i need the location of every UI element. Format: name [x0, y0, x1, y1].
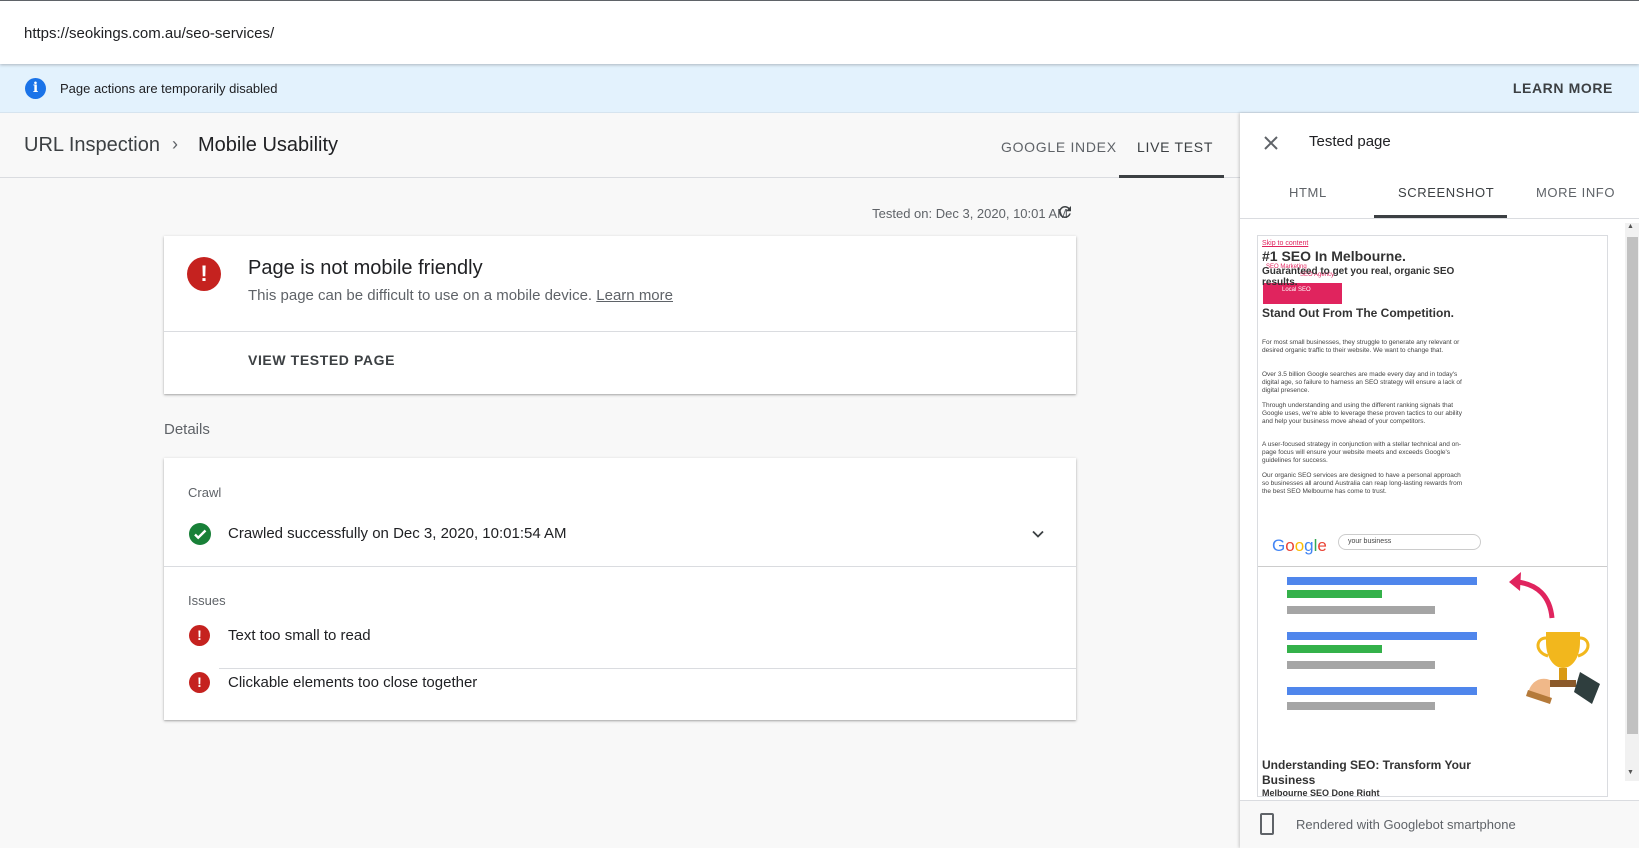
divider — [219, 668, 1076, 669]
screenshot-paragraph: Through understanding and using the diff… — [1262, 402, 1462, 425]
screenshot-paragraph: A user-focused strategy in conjunction w… — [1262, 441, 1462, 464]
screenshot-heading: #1 SEO In Melbourne. — [1262, 248, 1406, 264]
tab-screenshot[interactable]: SCREENSHOT — [1398, 185, 1494, 200]
view-tested-page-button[interactable]: VIEW TESTED PAGE — [248, 352, 395, 368]
divider — [1240, 218, 1639, 219]
result-bar — [1287, 590, 1382, 598]
result-bar — [1287, 645, 1382, 653]
screenshot-search-box: your business — [1338, 534, 1481, 550]
screenshot-paragraph: For most small businesses, they struggle… — [1262, 339, 1460, 354]
status-description: This page can be difficult to use on a m… — [248, 287, 593, 304]
issue-item[interactable]: Clickable elements too close together — [228, 674, 477, 691]
result-bar — [1287, 687, 1477, 695]
result-bar — [1287, 577, 1477, 585]
tab-google-index[interactable]: GOOGLE INDEX — [1001, 139, 1117, 155]
screenshot-h3: Understanding SEO: Transform Your Busine… — [1262, 758, 1471, 787]
smartphone-icon — [1260, 813, 1274, 835]
active-tab-indicator — [1119, 175, 1224, 178]
divider — [164, 566, 1076, 567]
main-content: URL Inspection › Mobile Usability GOOGLE… — [0, 113, 1240, 848]
page-screenshot: Skip to content #1 SEO In Melbourne. SEO… — [1257, 235, 1608, 797]
scroll-down-arrow-icon[interactable]: ▼ — [1627, 769, 1634, 776]
panel-title: Tested page — [1309, 133, 1391, 150]
screenshot-subheading: Guaranteed to get you real, organic SEO … — [1262, 266, 1455, 288]
info-banner: i Page actions are temporarily disabled … — [0, 64, 1639, 113]
result-bar — [1287, 632, 1477, 640]
refresh-icon[interactable] — [1056, 203, 1074, 221]
screenshot-paragraph: Our organic SEO services are designed to… — [1262, 472, 1463, 495]
divider — [164, 331, 1076, 332]
trophy-icon — [1526, 632, 1600, 704]
tab-live-test[interactable]: LIVE TEST — [1137, 139, 1213, 155]
crawl-label: Crawl — [188, 485, 222, 500]
skip-link: Skip to content — [1262, 240, 1309, 247]
chevron-down-icon[interactable] — [1030, 526, 1046, 542]
crawl-status: Crawled successfully on Dec 3, 2020, 10:… — [228, 525, 567, 542]
render-info: Rendered with Googlebot smartphone — [1296, 817, 1516, 832]
tested-page-panel: Tested page HTML SCREENSHOT MORE INFO Sk… — [1240, 113, 1639, 848]
learn-more-button[interactable]: LEARN MORE — [1513, 80, 1613, 96]
breadcrumb-mobile-usability: Mobile Usability — [198, 134, 339, 156]
panel-footer: Rendered with Googlebot smartphone — [1240, 800, 1639, 848]
issue-item[interactable]: Text too small to read — [228, 627, 371, 644]
tab-more-info[interactable]: MORE INFO — [1536, 185, 1615, 200]
tab-html[interactable]: HTML — [1289, 185, 1327, 200]
page-header: URL Inspection › Mobile Usability GOOGLE… — [0, 113, 1240, 178]
tested-on-timestamp: Tested on: Dec 3, 2020, 10:01 AM — [872, 206, 1068, 221]
status-subtitle: This page can be difficult to use on a m… — [248, 287, 673, 304]
learn-more-link[interactable]: Learn more — [596, 287, 673, 304]
screenshot-h2: Stand Out From The Competition. — [1262, 306, 1454, 320]
screenshot-h3-subheading: Melbourne SEO Done Right — [1262, 788, 1380, 797]
scroll-up-arrow-icon[interactable]: ▲ — [1627, 223, 1634, 230]
error-icon: ! — [187, 257, 221, 291]
error-icon: ! — [189, 672, 210, 693]
arrow-icon — [1509, 572, 1555, 619]
screenshot-paragraph: Over 3.5 billion Google searches are mad… — [1262, 371, 1462, 394]
result-bar — [1287, 661, 1435, 669]
url-text[interactable]: https://seokings.com.au/seo-services/ — [24, 25, 274, 42]
scrollbar-thumb[interactable] — [1627, 237, 1638, 734]
close-icon[interactable] — [1262, 134, 1280, 152]
banner-message: Page actions are temporarily disabled — [60, 81, 278, 96]
details-heading: Details — [164, 421, 210, 438]
result-bar — [1287, 606, 1435, 614]
address-bar[interactable]: https://seokings.com.au/seo-services/ — [0, 0, 1639, 64]
google-logo: Google — [1272, 536, 1327, 555]
error-icon: ! — [189, 625, 210, 646]
issues-label: Issues — [188, 593, 226, 608]
info-icon: i — [25, 78, 46, 99]
status-card: ! Page is not mobile friendly This page … — [164, 236, 1076, 394]
check-circle-icon — [189, 523, 211, 545]
chevron-right-icon: › — [172, 134, 178, 154]
status-title: Page is not mobile friendly — [248, 257, 483, 279]
screenshot-google-illustration: Google your business — [1258, 524, 1607, 567]
breadcrumb-url-inspection[interactable]: URL Inspection — [24, 134, 160, 157]
result-bar — [1287, 702, 1435, 710]
details-card: Crawl Crawled successfully on Dec 3, 202… — [164, 458, 1076, 720]
